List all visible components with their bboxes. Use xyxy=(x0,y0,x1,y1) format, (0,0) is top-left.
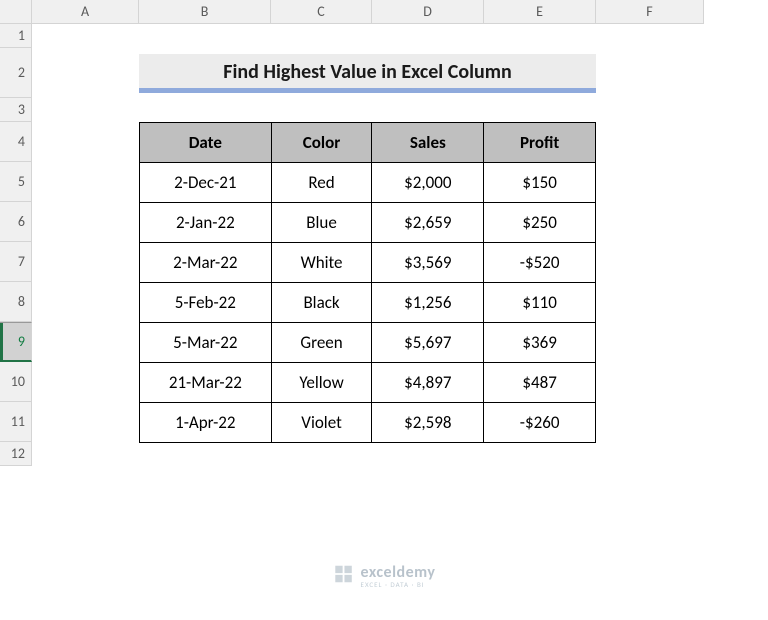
watermark-name: exceldemy xyxy=(361,565,436,581)
col-header-A[interactable]: A xyxy=(32,0,139,24)
cell-profit[interactable]: $110 xyxy=(484,283,596,323)
col-header-B[interactable]: B xyxy=(139,0,271,24)
row-header-5[interactable]: 5 xyxy=(0,162,32,202)
cell-profit[interactable]: $369 xyxy=(484,323,596,363)
row-header-7[interactable]: 7 xyxy=(0,242,32,282)
table-row: 5-Feb-22 Black $1,256 $110 xyxy=(140,283,596,323)
row-header-6[interactable]: 6 xyxy=(0,202,32,242)
cell-color[interactable]: Red xyxy=(271,163,372,203)
cell-color[interactable]: Green xyxy=(271,323,372,363)
cell-date[interactable]: 5-Mar-22 xyxy=(140,323,272,363)
table-header-row: Date Color Sales Profit xyxy=(140,123,596,163)
row-header-4[interactable]: 4 xyxy=(0,122,32,162)
row-header-12[interactable]: 12 xyxy=(0,442,32,466)
table-row: 1-Apr-22 Violet $2,598 -$260 xyxy=(140,403,596,443)
cell-sales[interactable]: $4,897 xyxy=(372,363,484,403)
row-header-8[interactable]: 8 xyxy=(0,282,32,322)
cell-profit[interactable]: $487 xyxy=(484,363,596,403)
watermark-sub: EXCEL · DATA · BI xyxy=(361,581,436,588)
cell-date[interactable]: 2-Dec-21 xyxy=(140,163,272,203)
header-profit[interactable]: Profit xyxy=(484,123,596,163)
cell-sales[interactable]: $2,000 xyxy=(372,163,484,203)
row-header-label: 9 xyxy=(18,333,25,350)
cell-profit[interactable]: -$520 xyxy=(484,243,596,283)
cell-profit[interactable]: $250 xyxy=(484,203,596,243)
page-title: Find Highest Value in Excel Column xyxy=(139,54,596,93)
col-header-F[interactable]: F xyxy=(596,0,704,24)
cell-sales[interactable]: $3,569 xyxy=(372,243,484,283)
cell-date[interactable]: 2-Jan-22 xyxy=(140,203,272,243)
table-row: 2-Dec-21 Red $2,000 $150 xyxy=(140,163,596,203)
header-color[interactable]: Color xyxy=(271,123,372,163)
cell-date[interactable]: 1-Apr-22 xyxy=(140,403,272,443)
cell-sales[interactable]: $5,697 xyxy=(372,323,484,363)
col-header-C[interactable]: C xyxy=(271,0,372,24)
cell-sales[interactable]: $2,598 xyxy=(372,403,484,443)
select-all-corner[interactable] xyxy=(0,0,32,24)
header-date[interactable]: Date xyxy=(140,123,272,163)
cell-color[interactable]: White xyxy=(271,243,372,283)
row-header-1[interactable]: 1 xyxy=(0,24,32,48)
spreadsheet-grid: A B C D E F 1 2 3 4 5 6 7 8 9 10 11 12 F… xyxy=(0,0,704,466)
row-header-10[interactable]: 10 xyxy=(0,362,32,402)
logo-icon xyxy=(333,563,355,590)
row-header-2[interactable]: 2 xyxy=(0,48,32,98)
data-table: Date Color Sales Profit 2-Dec-21 Red $2,… xyxy=(139,122,596,442)
cell-color[interactable]: Black xyxy=(271,283,372,323)
table-row: 2-Jan-22 Blue $2,659 $250 xyxy=(140,203,596,243)
col-header-D[interactable]: D xyxy=(372,0,484,24)
cell-profit[interactable]: -$260 xyxy=(484,403,596,443)
cell-color[interactable]: Blue xyxy=(271,203,372,243)
row-header-9[interactable]: 9 xyxy=(0,322,32,362)
cell-color[interactable]: Violet xyxy=(271,403,372,443)
cell-sales[interactable]: $1,256 xyxy=(372,283,484,323)
watermark: exceldemy EXCEL · DATA · BI xyxy=(333,563,436,590)
table-row: 2-Mar-22 White $3,569 -$520 xyxy=(140,243,596,283)
cell-profit[interactable]: $150 xyxy=(484,163,596,203)
cell-color[interactable]: Yellow xyxy=(271,363,372,403)
table-row: 21-Mar-22 Yellow $4,897 $487 xyxy=(140,363,596,403)
cell-date[interactable]: 21-Mar-22 xyxy=(140,363,272,403)
row-header-3[interactable]: 3 xyxy=(0,98,32,122)
cell-sales[interactable]: $2,659 xyxy=(372,203,484,243)
row-header-11[interactable]: 11 xyxy=(0,402,32,442)
table-row: 5-Mar-22 Green $5,697 $369 xyxy=(140,323,596,363)
col-header-E[interactable]: E xyxy=(484,0,596,24)
cell-date[interactable]: 2-Mar-22 xyxy=(140,243,272,283)
header-sales[interactable]: Sales xyxy=(372,123,484,163)
cell-date[interactable]: 5-Feb-22 xyxy=(140,283,272,323)
